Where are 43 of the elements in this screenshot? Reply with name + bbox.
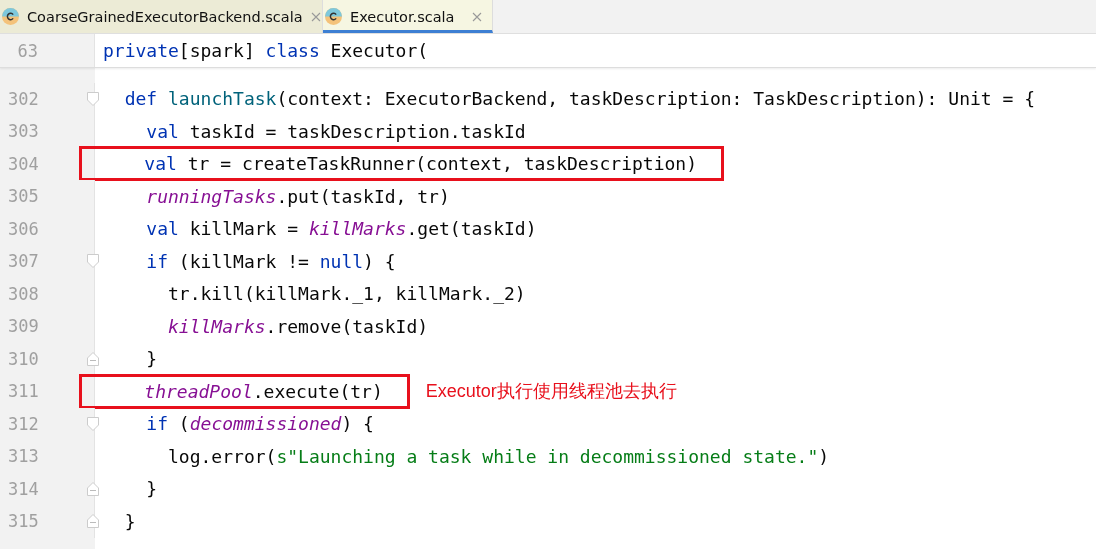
line-number: 307 — [8, 251, 39, 272]
line-number: 305 — [8, 186, 39, 207]
line-number: 314 — [8, 478, 39, 499]
scala-file-icon — [2, 8, 19, 25]
fold-icon[interactable] — [87, 514, 99, 529]
code-line: killMarks.remove(taskId) — [167, 315, 429, 337]
code-line: tr.kill(killMark._1, killMark._2) — [167, 283, 526, 305]
line-number: 311 — [8, 381, 39, 402]
line-number: 313 — [8, 446, 39, 467]
code-line: } — [123, 510, 136, 532]
close-icon[interactable] — [472, 11, 482, 22]
code-line: } — [145, 348, 158, 370]
code-line: runningTasks.put(taskId, tr) — [145, 185, 450, 207]
code-line: log.error(s"Launching a task while in decommissioned state.") — [167, 445, 830, 467]
annotation-text: Executor执行使用线程池去执行 — [425, 380, 677, 404]
line-number: 306 — [8, 218, 39, 239]
code-line: private[spark] class Executor( — [102, 40, 429, 61]
code-line: val tr = createTaskRunner(context, taskDescription) — [143, 153, 698, 175]
fold-icon[interactable] — [87, 91, 99, 106]
code-line: } — [145, 478, 158, 500]
scala-file-icon — [325, 8, 342, 25]
fold-icon[interactable] — [87, 254, 99, 269]
code-line: if (killMark != null) { — [145, 250, 396, 272]
code-line: if (decommissioned) { — [145, 413, 374, 435]
editor-tab[interactable]: CoarseGrainedExecutorBackend.scala — [0, 0, 323, 33]
line-number: 315 — [8, 511, 39, 532]
code-line: val taskId = taskDescription.taskId — [145, 120, 526, 142]
line-number: 312 — [8, 413, 39, 434]
line-number: 310 — [8, 348, 39, 369]
fold-icon[interactable] — [87, 351, 99, 366]
close-icon[interactable] — [310, 11, 321, 22]
line-number: 302 — [8, 88, 39, 109]
code-line: def launchTask(context: ExecutorBackend, taskDescription: TaskDescription): Unit = { — [123, 88, 1035, 110]
code-line: val killMark = killMarks.get(taskId) — [145, 218, 537, 240]
editor-tab[interactable]: Executor.scala — [323, 0, 493, 33]
fold-icon[interactable] — [87, 416, 99, 431]
line-number: 304 — [8, 153, 39, 174]
code-line: threadPool.execute(tr) — [143, 380, 383, 402]
fold-icon[interactable] — [87, 481, 99, 496]
line-number: 308 — [8, 283, 39, 304]
line-number: 309 — [8, 316, 39, 337]
line-number: 303 — [8, 121, 39, 142]
line-number: 63 — [17, 40, 38, 61]
